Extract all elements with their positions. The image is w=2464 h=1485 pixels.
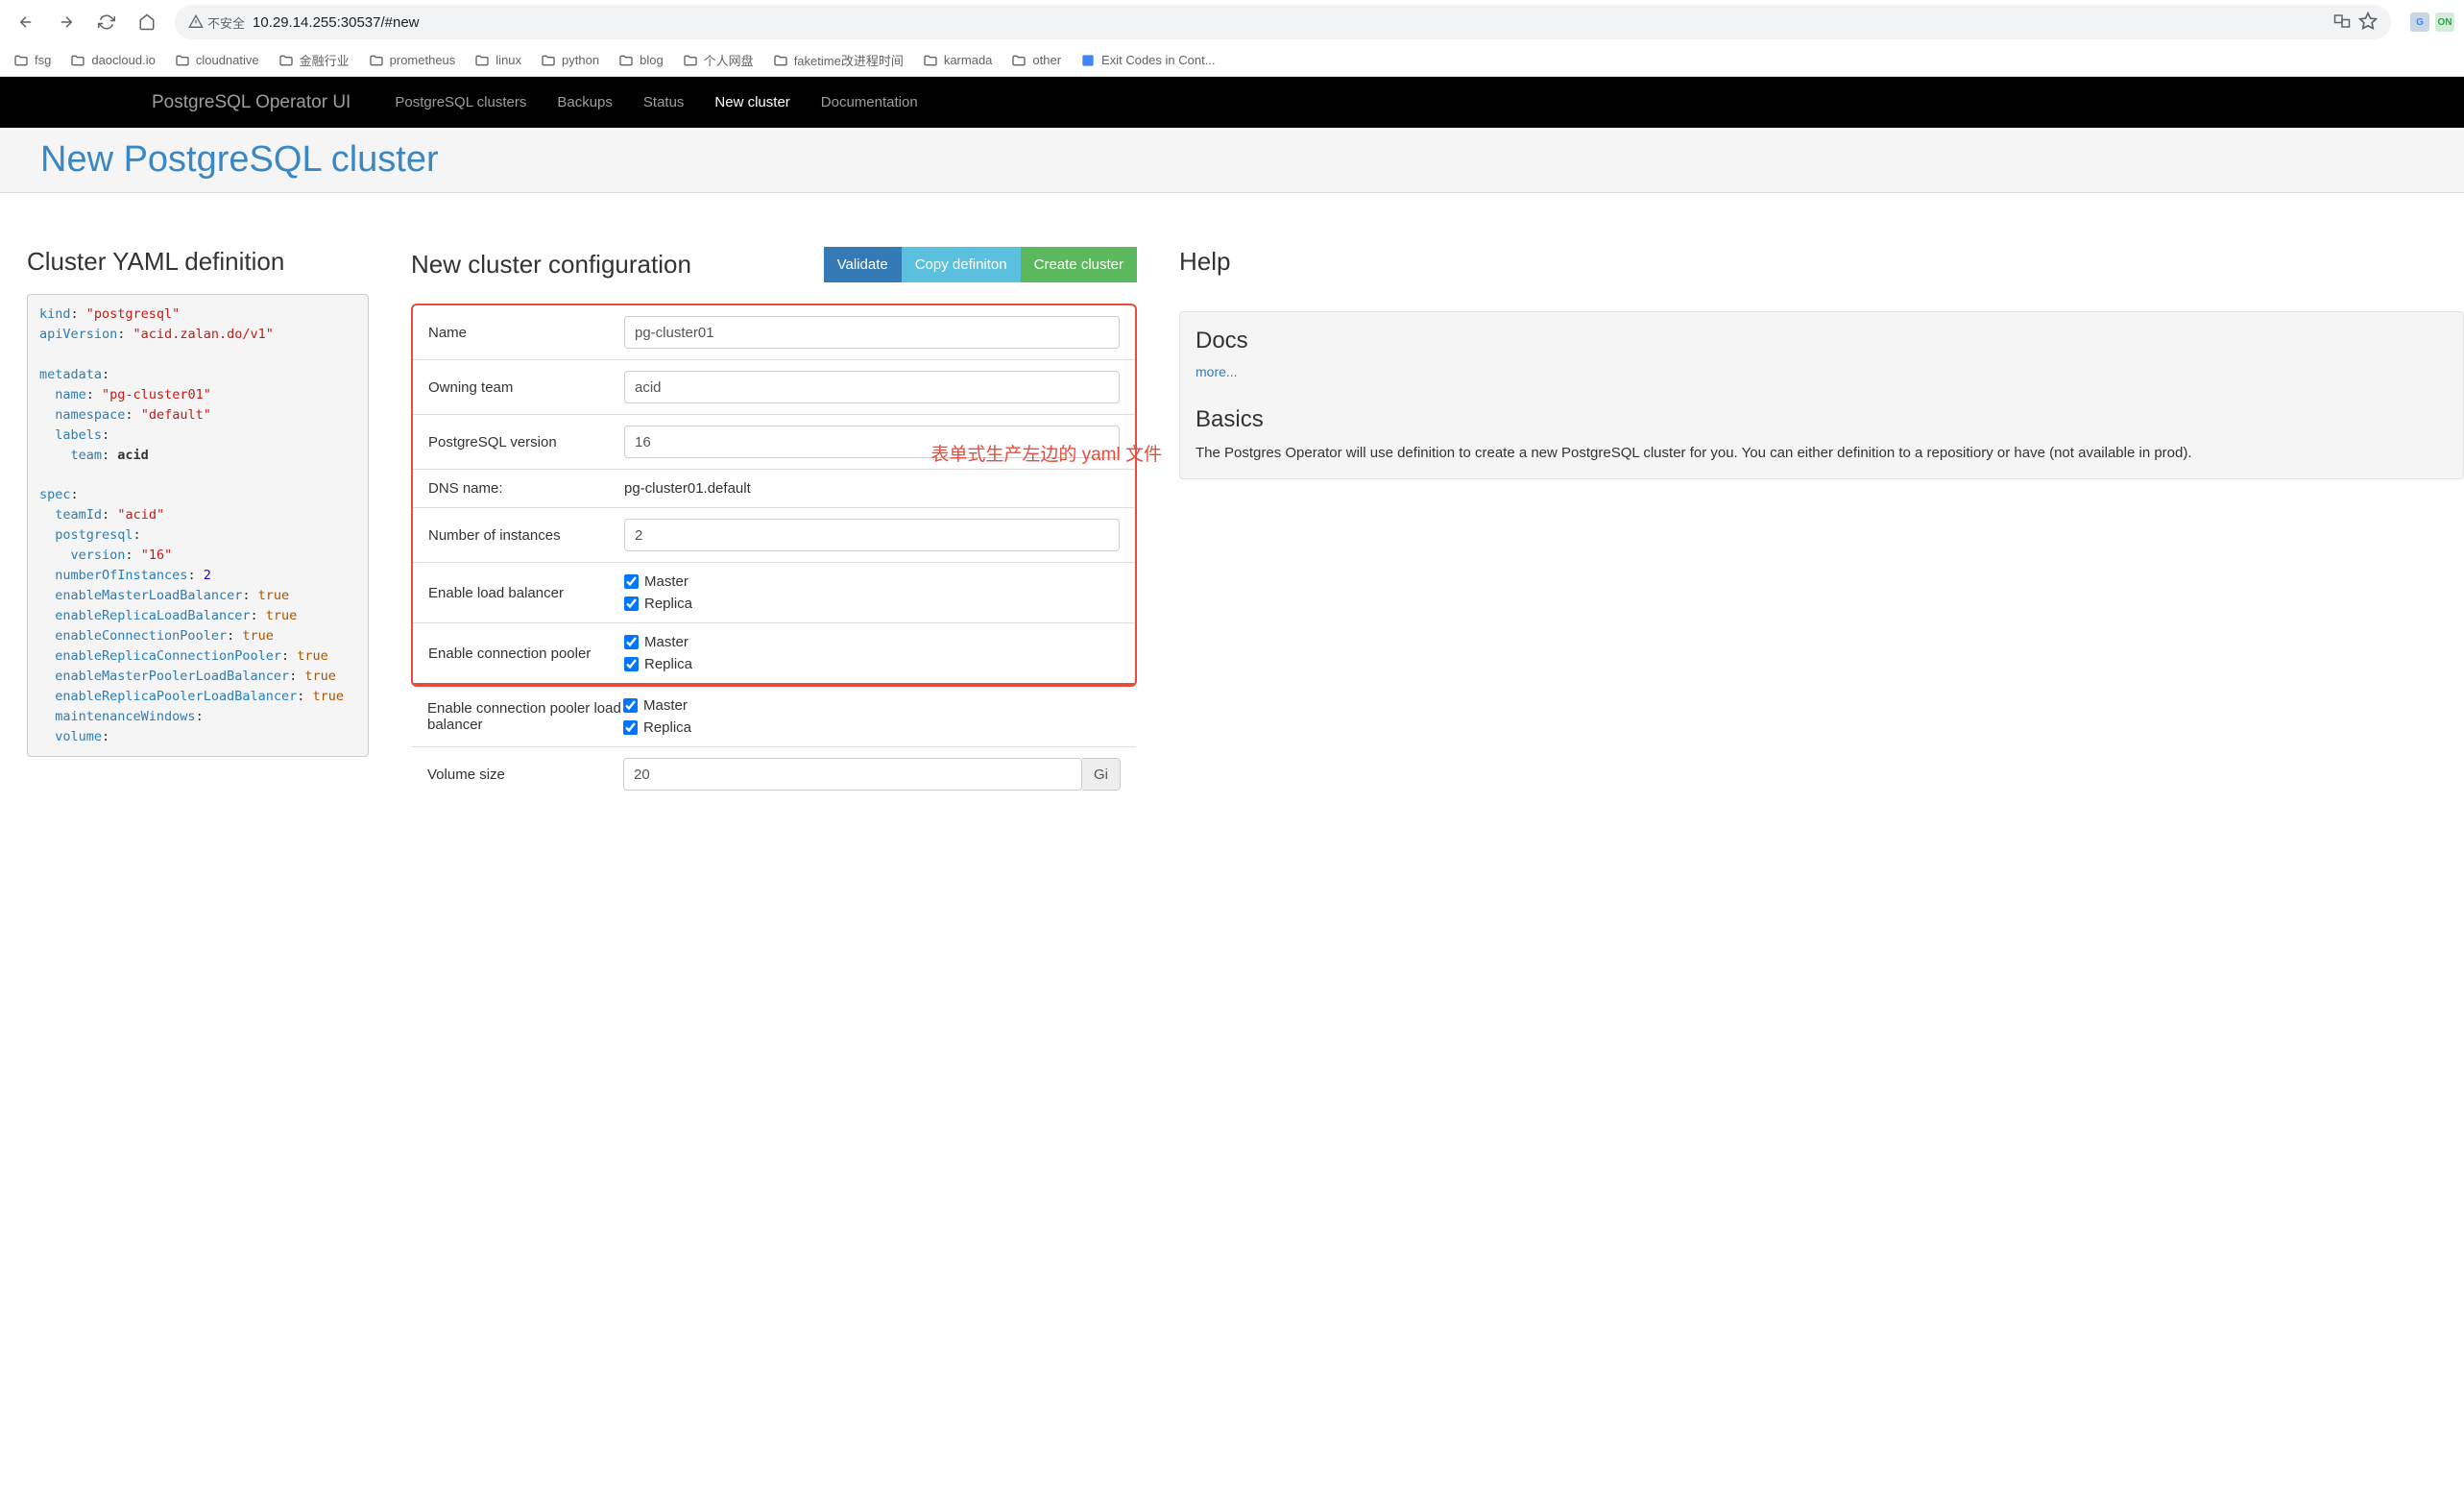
- extension-icons: G ON: [2410, 12, 2454, 32]
- page-heading-bar: New PostgreSQL cluster: [0, 128, 2464, 193]
- page-title: New PostgreSQL cluster: [40, 139, 2464, 181]
- bookmark-item[interactable]: cloudnative: [171, 51, 263, 70]
- lb-replica-checkbox[interactable]: [624, 596, 639, 611]
- browser-toolbar: 不安全 10.29.14.255:30537/#new G ON: [0, 0, 2464, 44]
- pooler-replica-checkbox[interactable]: [624, 657, 639, 671]
- copy-definition-button[interactable]: Copy definiton: [902, 247, 1021, 282]
- validate-button[interactable]: Validate: [824, 247, 902, 282]
- name-input[interactable]: [624, 316, 1120, 349]
- bookmark-item[interactable]: linux: [471, 51, 525, 70]
- volume-unit: Gi: [1082, 758, 1121, 791]
- translate-icon[interactable]: [2333, 12, 2351, 33]
- docs-more-link[interactable]: more...: [1196, 364, 1238, 379]
- bookmark-item[interactable]: 金融行业: [275, 49, 353, 71]
- yaml-column: Cluster YAML definition kind: "postgresq…: [27, 247, 369, 801]
- app-brand[interactable]: PostgreSQL Operator UI: [152, 92, 350, 113]
- action-buttons: Validate Copy definiton Create cluster: [824, 247, 1137, 282]
- dns-value: pg-cluster01.default: [624, 480, 751, 497]
- lb-master-checkbox[interactable]: [624, 574, 639, 589]
- nav-tab-status[interactable]: Status: [628, 77, 700, 128]
- yaml-section-title: Cluster YAML definition: [27, 247, 369, 277]
- bookmark-item[interactable]: prometheus: [365, 51, 460, 70]
- basics-title: Basics: [1196, 406, 2448, 433]
- security-warning: 不安全: [188, 13, 245, 32]
- extension-icon[interactable]: G: [2410, 12, 2429, 32]
- pgversion-label: PostgreSQL version: [428, 434, 624, 450]
- bookmark-item[interactable]: faketime改进程时间: [769, 49, 907, 71]
- volume-input[interactable]: [623, 758, 1082, 791]
- bookmark-item[interactable]: blog: [615, 51, 667, 70]
- team-select[interactable]: acid: [624, 371, 1120, 403]
- config-title: New cluster configuration: [411, 250, 691, 280]
- instances-label: Number of instances: [428, 527, 624, 544]
- pooler-lb-master-checkbox[interactable]: [623, 698, 638, 713]
- dns-label: DNS name:: [428, 480, 624, 497]
- pooler-label: Enable connection pooler: [428, 645, 624, 662]
- back-button[interactable]: [10, 6, 42, 38]
- create-cluster-button[interactable]: Create cluster: [1021, 247, 1137, 282]
- app-nav: PostgreSQL Operator UI PostgreSQL cluste…: [0, 77, 2464, 128]
- docs-title: Docs: [1196, 328, 2448, 354]
- reload-button[interactable]: [90, 6, 123, 38]
- home-button[interactable]: [131, 6, 163, 38]
- extension-icon[interactable]: ON: [2435, 12, 2454, 32]
- security-label: 不安全: [207, 13, 245, 32]
- url-bar[interactable]: 不安全 10.29.14.255:30537/#new: [175, 5, 2391, 39]
- yaml-definition[interactable]: kind: "postgresql" apiVersion: "acid.zal…: [27, 294, 369, 757]
- help-column: Help Docs more... Basics The Postgres Op…: [1179, 247, 2464, 801]
- bookmark-item[interactable]: karmada: [919, 51, 997, 70]
- bookmark-item[interactable]: other: [1007, 51, 1065, 70]
- nav-tab-backups[interactable]: Backups: [542, 77, 628, 128]
- instances-input[interactable]: [624, 519, 1120, 551]
- bookmark-item[interactable]: daocloud.io: [66, 51, 159, 70]
- basics-text: The Postgres Operator will use definitio…: [1196, 443, 2448, 463]
- team-label: Owning team: [428, 379, 624, 396]
- pooler-lb-label: Enable connection pooler load balancer: [427, 700, 623, 733]
- nav-tab-clusters[interactable]: PostgreSQL clusters: [379, 77, 542, 128]
- pooler-master-checkbox[interactable]: [624, 635, 639, 649]
- forward-button[interactable]: [50, 6, 83, 38]
- nav-tab-documentation[interactable]: Documentation: [806, 77, 933, 128]
- bookmark-item[interactable]: fsg: [10, 51, 55, 70]
- bookmark-item[interactable]: python: [537, 51, 603, 70]
- lb-label: Enable load balancer: [428, 585, 624, 601]
- bookmark-item[interactable]: 个人网盘: [679, 49, 758, 71]
- name-label: Name: [428, 325, 624, 341]
- volume-label: Volume size: [427, 767, 623, 783]
- url-text: 10.29.14.255:30537/#new: [253, 14, 420, 31]
- help-box: Docs more... Basics The Postgres Operato…: [1179, 311, 2464, 479]
- star-icon[interactable]: [2358, 12, 2378, 34]
- config-column: New cluster configuration Validate Copy …: [411, 247, 1137, 801]
- pooler-lb-replica-checkbox[interactable]: [623, 720, 638, 735]
- bookmarks-bar: fsg daocloud.io cloudnative 金融行业 prometh…: [0, 44, 2464, 77]
- bookmark-item[interactable]: Exit Codes in Cont...: [1076, 51, 1220, 70]
- config-form: 表单式生产左边的 yaml 文件 Name Owning team acid P…: [411, 304, 1137, 687]
- nav-tab-new-cluster[interactable]: New cluster: [699, 77, 805, 128]
- help-title: Help: [1179, 247, 2464, 277]
- annotation-text: 表单式生产左边的 yaml 文件: [930, 440, 1162, 466]
